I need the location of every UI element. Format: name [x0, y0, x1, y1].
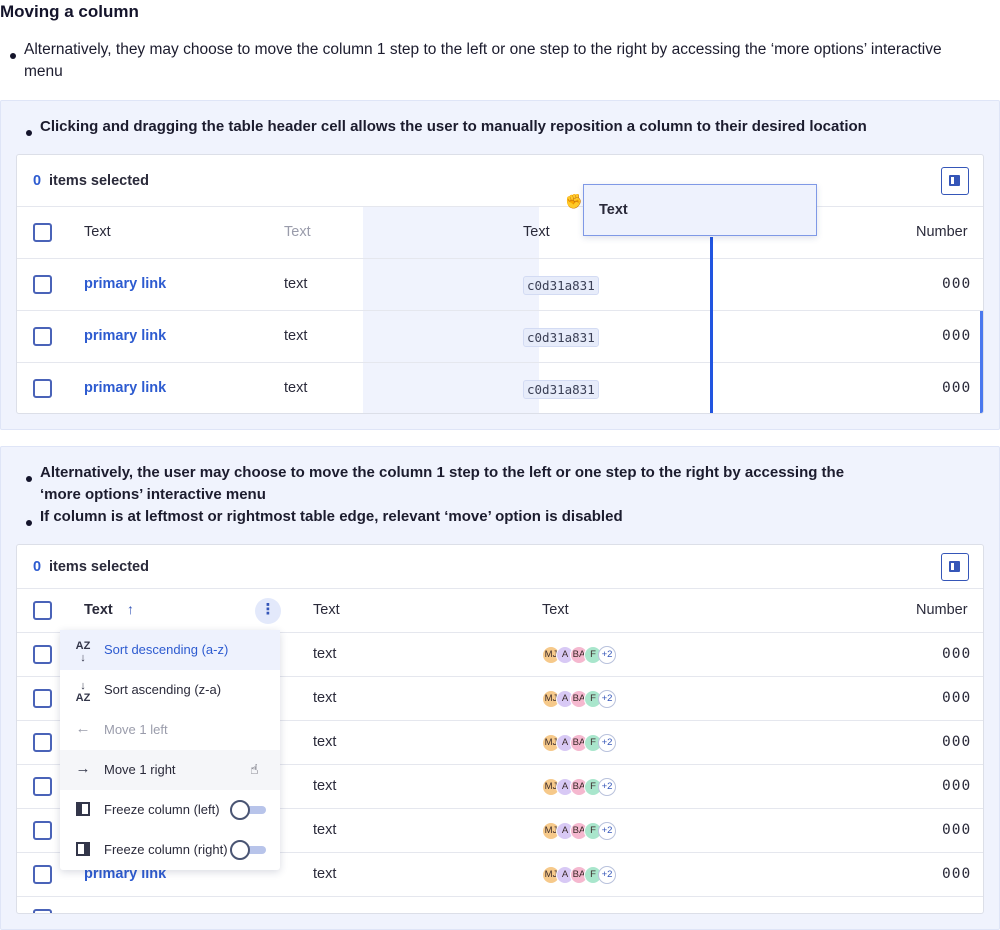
arrow-left-icon: ← [75, 720, 91, 737]
arrow-right-icon: → [75, 760, 91, 777]
menu-item-sort-ascending[interactable]: ↓ AZ Sort ascending (z-a) [60, 670, 280, 710]
select-all-checkbox[interactable] [33, 601, 52, 620]
cell-text: text [284, 328, 308, 344]
section2-bullet-2: If column is at leftmost or rightmost ta… [40, 508, 623, 525]
column-header-text-1[interactable]: Text [84, 224, 111, 240]
column-panel-button[interactable] [941, 167, 969, 195]
row-checkbox[interactable] [33, 645, 52, 664]
cell-text: text [313, 822, 337, 838]
selected-count: 0 [33, 559, 42, 575]
column-header-number[interactable]: Number [916, 224, 968, 240]
row-checkbox[interactable] [33, 327, 52, 346]
avatar: +2 [598, 734, 616, 752]
cell-number: 000 [942, 276, 972, 292]
cell-number: 000 [942, 690, 972, 706]
hash-tag: c0d31a831 [523, 276, 599, 295]
bullet-dot [10, 53, 16, 59]
grab-cursor-icon: ✊ [565, 193, 583, 209]
pointer-hand-icon: ☝ [250, 761, 259, 777]
avatar-group[interactable]: MJ A BA F +2 [542, 778, 632, 796]
cell-number: 000 [942, 778, 972, 794]
avatar: +2 [598, 778, 616, 796]
cell-text: text [313, 778, 337, 794]
row-checkbox[interactable] [33, 909, 52, 913]
avatar-group[interactable]: MJ A BA F +2 [542, 866, 632, 884]
sort-descending-icon: AZ ↓ [75, 640, 91, 664]
primary-link[interactable]: primary link [84, 380, 166, 396]
sort-up-icon[interactable]: ↑ [127, 601, 134, 617]
sidebar-panel-icon [949, 175, 960, 186]
menu-item-freeze-right[interactable]: Freeze column (right) [60, 830, 280, 870]
avatar-group[interactable]: MJ A BA F +2 [542, 646, 632, 664]
section2-bullet-1: Alternatively, the user may choose to mo… [40, 464, 845, 503]
cell-text: text [313, 866, 337, 882]
row-checkbox[interactable] [33, 275, 52, 294]
column-panel-button[interactable] [941, 553, 969, 581]
avatar-group[interactable]: MJ A BA F +2 [542, 690, 632, 708]
hash-tag: c0d31a831 [523, 380, 599, 399]
selected-count: 0 [33, 173, 42, 189]
column-header-text-3[interactable]: Text [523, 224, 550, 240]
menu-item-move-right[interactable]: → Move 1 right ☝ [60, 750, 280, 790]
more-options-menu: AZ ↓ Sort descending (a-z) ↓ AZ Sort ascen… [60, 630, 280, 870]
scrollbar[interactable] [980, 311, 983, 413]
section1-bullet: Clicking and dragging the table header c… [40, 118, 867, 135]
avatar-group[interactable]: MJ A BA F +2 [542, 734, 632, 752]
bullet-dot [26, 130, 32, 136]
selected-label: items selected [49, 559, 149, 575]
column-header-text-2[interactable]: Text [313, 602, 340, 618]
avatar: +2 [598, 690, 616, 708]
cell-text: text [313, 646, 337, 662]
cell-text: text [284, 380, 308, 396]
menu-item-freeze-left[interactable]: Freeze column (left) [60, 790, 280, 830]
row-checkbox[interactable] [33, 865, 52, 884]
cell-number: 000 [942, 646, 972, 662]
cell-number: 000 [942, 866, 972, 882]
avatar: +2 [598, 866, 616, 884]
drop-position-indicator [710, 237, 713, 413]
menu-item-sort-descending[interactable]: AZ ↓ Sort descending (a-z) [60, 630, 280, 670]
row-checkbox[interactable] [33, 777, 52, 796]
cell-text: text [313, 734, 337, 750]
cell-number: 000 [942, 380, 972, 396]
column-header-text-2[interactable]: Text [284, 224, 311, 240]
freeze-right-icon [74, 840, 92, 858]
sidebar-panel-icon [949, 561, 960, 572]
freeze-left-toggle[interactable] [230, 800, 268, 820]
sort-ascending-icon: ↓ AZ [75, 680, 91, 704]
data-table-drag: 0 items selected Text Text Text Number p… [16, 154, 984, 414]
row-checkbox[interactable] [33, 733, 52, 752]
primary-link[interactable]: primary link [84, 328, 166, 344]
row-checkbox[interactable] [33, 821, 52, 840]
dragged-header-ghost[interactable]: Text [583, 184, 817, 236]
cell-number: 000 [942, 822, 972, 838]
freeze-right-toggle[interactable] [230, 840, 268, 860]
bullet-dot [26, 520, 32, 526]
cell-number: 000 [942, 734, 972, 750]
column-header-number[interactable]: Number [916, 602, 968, 618]
column-header-text-1[interactable]: Text [84, 602, 113, 618]
avatar-group[interactable]: MJ A BA F +2 [542, 822, 632, 840]
cell-number: 000 [942, 328, 972, 344]
cell-text: text [313, 690, 337, 706]
column-header-text-3[interactable]: Text [542, 602, 569, 618]
row-checkbox[interactable] [33, 379, 52, 398]
dragged-header-label: Text [599, 202, 628, 218]
menu-item-move-left: ← Move 1 left [75, 720, 168, 737]
intro-bullet: Alternatively, they may choose to move t… [24, 41, 942, 80]
select-all-checkbox[interactable] [33, 223, 52, 242]
avatar: +2 [598, 822, 616, 840]
hash-tag: c0d31a831 [523, 328, 599, 347]
row-checkbox[interactable] [33, 689, 52, 708]
cell-text: text [284, 276, 308, 292]
selected-label: items selected [49, 173, 149, 189]
bullet-dot [26, 476, 32, 482]
avatar: +2 [598, 646, 616, 664]
page-title: Moving a column [0, 2, 139, 21]
primary-link[interactable]: primary link [84, 276, 166, 292]
more-options-icon[interactable]: ⋮ [255, 598, 281, 624]
freeze-left-icon [74, 800, 92, 818]
